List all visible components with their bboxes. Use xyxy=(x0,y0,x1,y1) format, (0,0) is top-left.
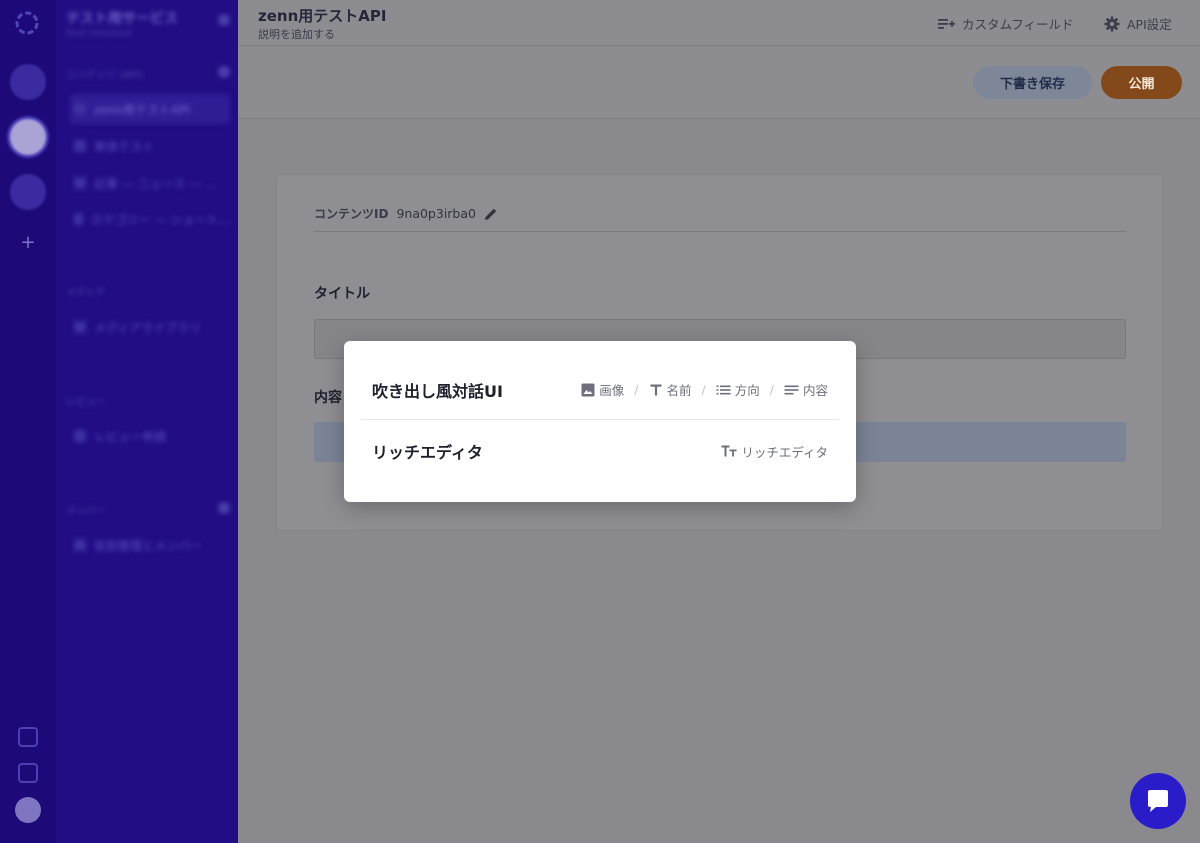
microcms-logo-icon[interactable] xyxy=(14,10,40,36)
field-type-select-modal: 吹き出し風対話UI 画像 / 名前 / 方向 / 内容 リッチエディタ リッチエ… xyxy=(344,341,856,502)
help-icon[interactable] xyxy=(18,727,38,747)
sidebar-item-review[interactable]: レビュー申請 xyxy=(70,421,230,451)
service-avatar[interactable] xyxy=(10,174,46,210)
separator: / xyxy=(769,382,774,397)
docs-icon[interactable] xyxy=(18,763,38,783)
sidebar-section-review: レビュー xyxy=(66,397,106,408)
service-avatar[interactable] xyxy=(10,64,46,100)
sidebar-section-members: メンバー xyxy=(66,506,106,517)
rich-text-icon xyxy=(721,445,737,457)
field-label: リッチエディタ xyxy=(741,444,828,460)
publish-button[interactable]: 公開 xyxy=(1101,66,1182,99)
sidebar-item-label: メディアライブラリ xyxy=(94,320,202,335)
option-name: リッチエディタ xyxy=(372,443,483,462)
api-settings-label: API設定 xyxy=(1127,17,1172,32)
user-avatar[interactable] xyxy=(15,797,41,823)
option-field-list: 画像 / 名前 / 方向 / 内容 xyxy=(581,380,828,399)
review-icon xyxy=(74,430,86,442)
field-label: 方向 xyxy=(734,383,760,398)
header: zenn用テストAPI 説明を追加する カスタムフィールド API設定 xyxy=(238,0,1200,46)
sidebar-item-single-test[interactable]: 単体テスト xyxy=(70,131,230,161)
separator: / xyxy=(701,382,706,397)
service-settings-icon[interactable] xyxy=(218,14,230,26)
content-id-row: コンテンツID 9na0p3irba0 xyxy=(314,205,498,222)
add-api-icon[interactable] xyxy=(218,66,230,78)
content-field-label: 内容 xyxy=(314,390,342,406)
option-field-list: リッチエディタ xyxy=(721,442,828,461)
sidebar-item-articles[interactable]: 記事 — ニュース — ... xyxy=(70,168,230,198)
sidebar-item-label: レビュー申請 xyxy=(94,429,167,444)
sidebar-item-label: zenn用テストAPI xyxy=(94,102,190,117)
service-name: テスト用サービス xyxy=(66,11,178,27)
service-rail: + xyxy=(0,0,56,843)
divider xyxy=(314,231,1126,232)
api-title: zenn用テストAPI xyxy=(258,7,387,25)
sidebar: テスト用サービス test-zenntest コンテンツ (API) zenn用… xyxy=(56,0,238,843)
service-id: test-zenntest xyxy=(66,28,133,39)
title-field-label: タイトル xyxy=(314,286,370,302)
sidebar-section-content: コンテンツ (API) xyxy=(66,70,143,81)
sidebar-item-label: 記事 — ニュース — ... xyxy=(94,176,217,191)
media-icon xyxy=(74,321,86,333)
field-name: 名前 xyxy=(649,380,692,399)
field-image: 画像 xyxy=(581,380,624,399)
api-icon xyxy=(74,140,86,152)
image-icon xyxy=(581,383,595,396)
field-label: 名前 xyxy=(666,383,692,398)
field-label: 画像 xyxy=(599,383,625,398)
field-label: 内容 xyxy=(802,383,828,398)
api-description-link[interactable]: 説明を追加する xyxy=(258,26,335,42)
chat-support-button[interactable] xyxy=(1130,773,1186,829)
save-draft-button[interactable]: 下書き保存 xyxy=(973,66,1092,99)
gear-icon xyxy=(1104,16,1120,31)
add-member-icon[interactable] xyxy=(218,502,230,514)
list-icon xyxy=(716,385,731,394)
api-icon xyxy=(74,213,83,225)
member-icon xyxy=(74,539,86,551)
sidebar-item-zenn-api[interactable]: zenn用テストAPI xyxy=(70,94,230,124)
api-icon xyxy=(74,103,86,115)
custom-field-button[interactable]: カスタムフィールド xyxy=(938,14,1074,33)
api-settings-button[interactable]: API設定 xyxy=(1104,14,1172,33)
sidebar-item-members[interactable]: 役割管理とメンバー xyxy=(70,530,230,560)
chat-bubble-icon xyxy=(1148,790,1168,812)
sidebar-item-label: カテゴリー — ショート... xyxy=(90,212,230,227)
option-rich-editor[interactable]: リッチエディタ リッチエディタ xyxy=(361,421,839,481)
sidebar-item-media-library[interactable]: メディアライブラリ xyxy=(70,312,230,342)
pencil-icon[interactable] xyxy=(484,207,498,221)
content-id-value: 9na0p3irba0 xyxy=(396,206,476,221)
field-content: 内容 xyxy=(784,380,828,399)
sidebar-item-categories[interactable]: カテゴリー — ショート... xyxy=(70,204,230,234)
field-rich-editor: リッチエディタ xyxy=(721,442,828,461)
field-direction: 方向 xyxy=(716,380,760,399)
custom-field-label: カスタムフィールド xyxy=(962,17,1074,32)
option-balloon-dialog-ui[interactable]: 吹き出し風対話UI 画像 / 名前 / 方向 / 内容 xyxy=(361,360,839,420)
option-name: 吹き出し風対話UI xyxy=(372,381,503,401)
api-icon xyxy=(74,177,86,189)
add-service-icon[interactable]: + xyxy=(19,234,37,252)
text-icon xyxy=(650,384,662,395)
sidebar-item-label: 役割管理とメンバー xyxy=(94,538,203,553)
service-avatar-active[interactable] xyxy=(10,119,46,155)
sidebar-section-media: メディア xyxy=(66,288,106,299)
sidebar-item-label: 単体テスト xyxy=(94,139,155,154)
separator: / xyxy=(634,382,639,397)
playlist-add-icon xyxy=(938,18,955,29)
content-id-label: コンテンツID xyxy=(314,207,389,221)
action-bar: 下書き保存 公開 xyxy=(238,47,1200,119)
paragraph-icon xyxy=(784,385,799,394)
